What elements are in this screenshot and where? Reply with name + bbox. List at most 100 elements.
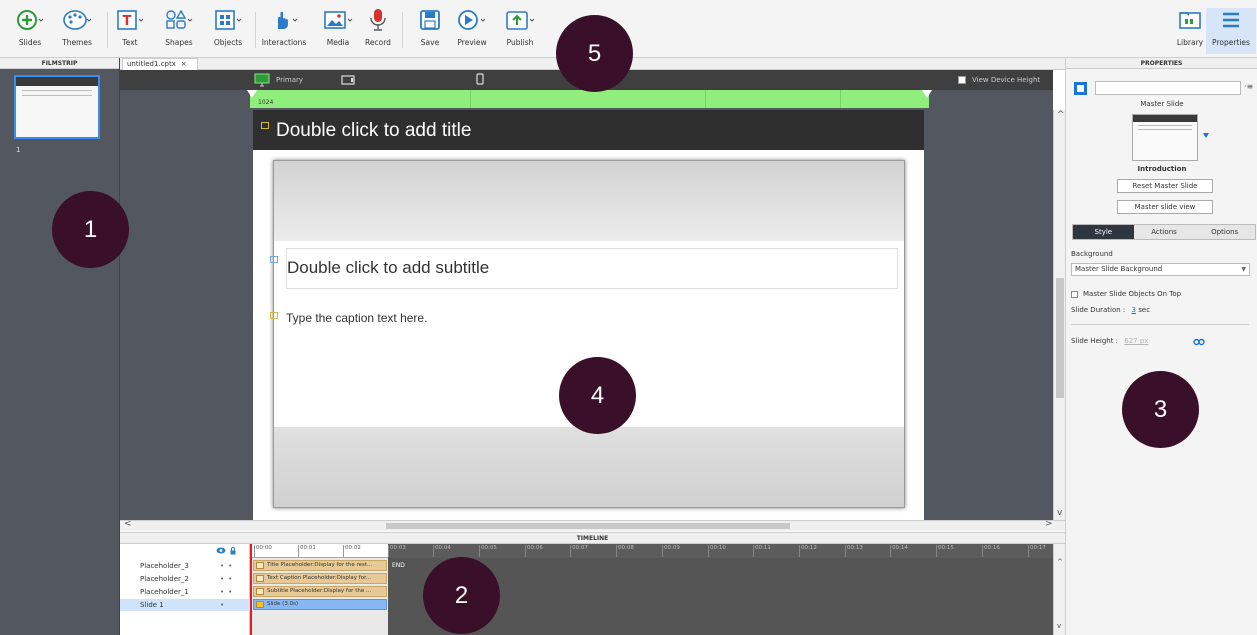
link-icon[interactable] [1193, 338, 1205, 346]
background-select[interactable]: Master Slide Background ▼ [1071, 263, 1250, 276]
layer-label: Placeholder_1 [140, 588, 189, 596]
timeline-bar[interactable]: Text Caption Placeholder:Display for... [253, 573, 387, 584]
timeline-track-area[interactable]: 00:00 00:01 00:02 00:03 00:04 00:05 00:0… [250, 544, 1053, 635]
scroll-left-icon[interactable]: < [124, 519, 132, 529]
callout-marker: 4 [559, 357, 636, 434]
timeline-ruler-inactive: 00:03 00:04 00:05 00:06 00:07 00:08 00:0… [388, 544, 1053, 558]
reset-master-slide-button[interactable]: Reset Master Slide [1117, 179, 1213, 193]
timeline-row[interactable]: Placeholder_1 •• [120, 586, 250, 598]
device-primary-label: Primary [276, 76, 304, 84]
preview-label: Preview [457, 38, 487, 47]
properties-tabs: Style Actions Options [1072, 224, 1256, 240]
callout-marker: 2 [423, 557, 500, 634]
caption-placeholder[interactable]: Type the caption text here. [286, 311, 427, 325]
master-slide-thumbnail[interactable] [1132, 114, 1198, 161]
placeholder-icon [270, 312, 278, 319]
tab-style[interactable]: Style [1073, 225, 1134, 239]
object-name-input[interactable] [1095, 81, 1241, 95]
text-icon: T [104, 8, 156, 32]
timeline-bar[interactable]: Title Placeholder:Display for the rest..… [253, 560, 387, 571]
master-slide-view-button[interactable]: Master slide view [1117, 200, 1213, 214]
time-tick: 00:05 [479, 545, 497, 557]
layer-toggles[interactable]: • [220, 599, 228, 611]
phone-icon[interactable] [476, 73, 484, 88]
timeline-bar-label: Title Placeholder:Display for the rest..… [267, 562, 373, 568]
scroll-down-icon[interactable]: v [1057, 622, 1061, 630]
layer-toggles[interactable]: •• [220, 586, 236, 598]
shapes-button[interactable]: Shapes [153, 8, 205, 54]
document-tab[interactable]: untitled1.cptx × [122, 58, 198, 70]
text-button[interactable]: T Text [104, 8, 156, 54]
scroll-down-icon[interactable]: v [1057, 508, 1062, 518]
scrollbar-thumb[interactable] [1056, 278, 1064, 398]
themes-button[interactable]: Themes [51, 8, 103, 54]
timeline-row[interactable]: Placeholder_2 •• [120, 573, 250, 585]
scroll-up-icon[interactable]: ^ [1057, 558, 1063, 566]
view-device-height-checkbox[interactable] [958, 76, 966, 84]
thumbnail-line [1138, 125, 1192, 126]
record-button[interactable]: Record [352, 8, 404, 54]
timeline-ruler[interactable]: 00:00 00:01 00:02 00:03 00:04 00:05 00:0… [250, 544, 1053, 558]
time-tick: 00:09 [662, 545, 680, 557]
playhead[interactable] [250, 544, 252, 635]
ruler-tick [470, 90, 471, 108]
objects-on-top-option[interactable]: Master Slide Objects On Top [1071, 290, 1181, 298]
chevron-down-icon: ▼ [1241, 266, 1246, 273]
placeholder-icon [261, 122, 269, 129]
background-label: Background [1071, 250, 1113, 258]
placeholder-icon [270, 256, 278, 263]
microphone-icon [352, 8, 404, 32]
stage-horizontal-scrollbar[interactable]: < > [120, 519, 1065, 531]
layer-toggles[interactable]: •• [220, 573, 236, 585]
device-primary[interactable]: Primary [254, 73, 303, 87]
scrollbar-thumb[interactable] [386, 523, 790, 529]
menu-lines-icon [1206, 8, 1256, 32]
scroll-up-icon[interactable]: ^ [1057, 110, 1065, 120]
slides-button[interactable]: Slides [4, 8, 56, 54]
subtitle-text: Double click to add subtitle [287, 258, 490, 277]
timeline-row[interactable]: Slide 1 • [120, 599, 250, 611]
timeline-visibility-controls [216, 547, 236, 555]
scroll-right-icon[interactable]: > [1045, 519, 1053, 529]
objects-button[interactable]: Objects [202, 8, 254, 54]
subtitle-placeholder[interactable]: Double click to add subtitle [286, 248, 898, 289]
timeline-end-marker: END [392, 562, 405, 569]
master-dropdown-icon[interactable] [1203, 133, 1209, 138]
interactions-button[interactable]: Interactions [258, 8, 310, 54]
view-device-height[interactable]: View Device Height [958, 76, 1040, 84]
close-icon[interactable]: × [181, 60, 187, 68]
tablet-icon[interactable] [341, 75, 355, 88]
preview-button[interactable]: Preview [446, 8, 498, 54]
filmstrip-header: FILMSTRIP [0, 58, 119, 69]
object-type-label: Master Slide [1140, 100, 1184, 108]
timeline-header: TIMELINE [120, 532, 1065, 544]
ruler-handle-left[interactable] [247, 90, 257, 98]
time-tick: 00:12 [799, 545, 817, 557]
layer-toggles[interactable]: •• [220, 560, 236, 572]
properties-button[interactable]: Properties [1206, 8, 1256, 54]
objects-on-top-checkbox[interactable] [1071, 290, 1078, 298]
ruler-handle-right[interactable] [922, 90, 932, 98]
timeline-bar[interactable]: Subtitle Placeholder:Display for the ... [253, 586, 387, 597]
tab-actions[interactable]: Actions [1133, 225, 1195, 239]
tab-options[interactable]: Options [1194, 225, 1256, 239]
hand-pointer-icon [258, 8, 310, 32]
eye-icon[interactable] [216, 547, 226, 554]
timeline-bar-slide[interactable]: Slide (3.0s) [253, 599, 387, 610]
timeline-scrollbar[interactable]: ^ v [1053, 544, 1065, 635]
timeline-layers: Placeholder_3 •• Placeholder_2 •• Placehol… [120, 544, 250, 635]
add-slide-icon [4, 8, 56, 32]
objects-on-top-label: Master Slide Objects On Top [1083, 290, 1182, 298]
timeline-row[interactable]: Placeholder_3 •• [120, 560, 250, 572]
slide-height-value[interactable]: 627 px [1124, 337, 1148, 345]
fill-color-swatch[interactable] [1074, 82, 1087, 95]
lock-icon[interactable] [230, 547, 236, 555]
breakpoint-ruler[interactable]: 1024 [247, 90, 932, 108]
stage-vertical-scrollbar[interactable]: ^ v [1053, 110, 1065, 520]
panel-menu-icon[interactable]: ·≡ [1244, 82, 1253, 91]
publish-button[interactable]: Publish [494, 8, 546, 54]
slide-thumbnail[interactable] [14, 75, 100, 139]
slide-canvas[interactable]: Double click to add title Double click t… [253, 110, 924, 520]
title-placeholder[interactable]: Double click to add title [276, 120, 471, 142]
slide-duration-value[interactable]: 3 [1132, 306, 1136, 314]
